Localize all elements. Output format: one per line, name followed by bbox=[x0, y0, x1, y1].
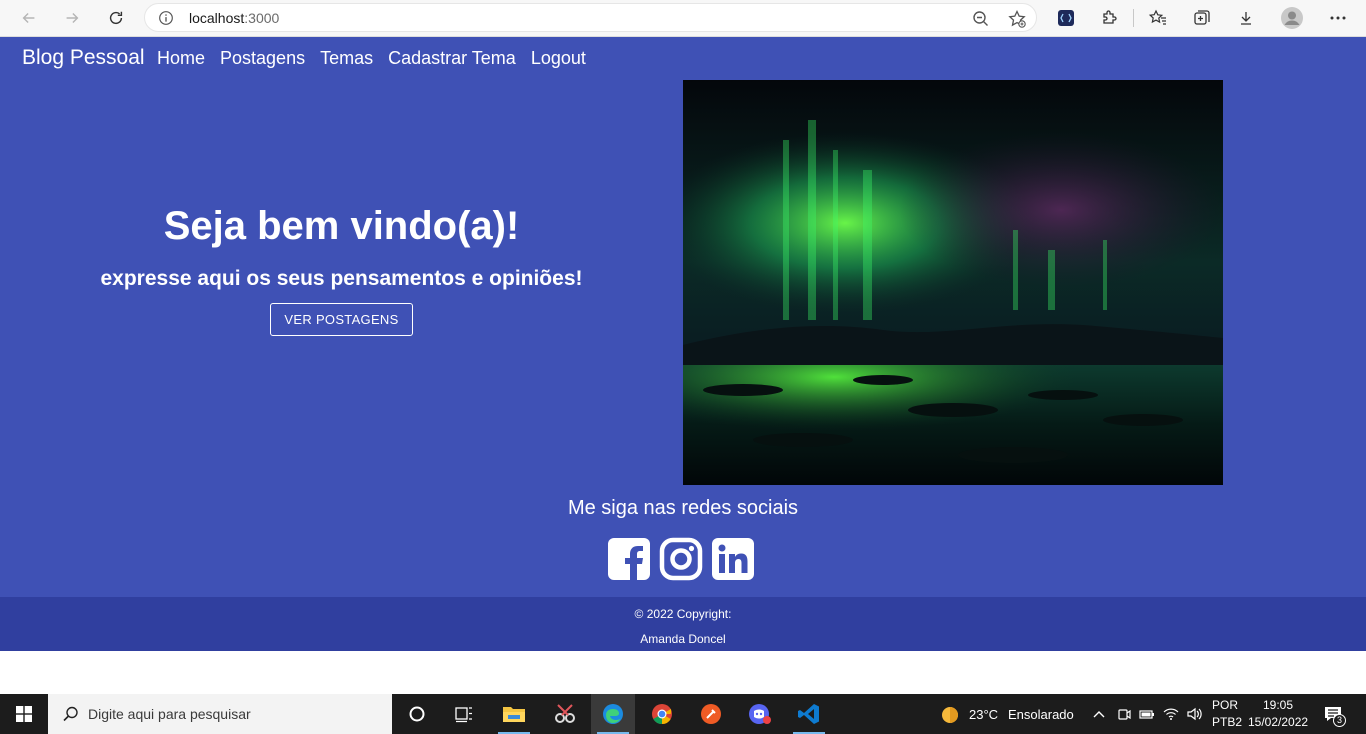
page: Blog Pessoal Home Postagens Temas Cadast… bbox=[0, 37, 1366, 651]
forward-button[interactable] bbox=[57, 4, 87, 32]
postman-app[interactable] bbox=[689, 694, 733, 734]
nav-home[interactable]: Home bbox=[157, 48, 205, 69]
navbar: Blog Pessoal Home Postagens Temas Cadast… bbox=[0, 37, 1366, 80]
url-port: :3000 bbox=[244, 10, 280, 26]
settings-more-button[interactable] bbox=[1326, 6, 1350, 30]
arrow-left-icon bbox=[22, 12, 35, 24]
search-icon bbox=[63, 706, 78, 722]
linkedin-icon[interactable] bbox=[711, 537, 755, 581]
chrome-icon bbox=[652, 704, 672, 725]
add-favorite-icon[interactable] bbox=[1007, 9, 1027, 29]
social-title: Me siga nas redes sociais bbox=[567, 497, 799, 519]
instagram-icon[interactable] bbox=[659, 537, 703, 581]
file-explorer-app[interactable] bbox=[492, 694, 536, 734]
collections-icon bbox=[1194, 10, 1210, 25]
notification-count-badge: 3 bbox=[1333, 714, 1346, 727]
battery-icon[interactable] bbox=[1139, 706, 1155, 722]
search-placeholder: Digite aqui para pesquisar bbox=[88, 706, 251, 722]
puzzle-icon bbox=[1103, 10, 1117, 24]
nav-cadastrar-tema[interactable]: Cadastrar Tema bbox=[388, 48, 516, 69]
language-code[interactable]: POR bbox=[1212, 698, 1238, 712]
social-icons bbox=[607, 537, 759, 583]
profile-button[interactable] bbox=[1280, 6, 1304, 30]
arrow-right-icon bbox=[66, 12, 79, 24]
nav-temas[interactable]: Temas bbox=[320, 48, 373, 69]
address-bar[interactable]: localhost:3000 bbox=[144, 3, 1037, 32]
url-text: localhost:3000 bbox=[189, 10, 279, 26]
downloads-button[interactable] bbox=[1234, 6, 1258, 30]
brand-title: Blog Pessoal bbox=[22, 46, 145, 69]
footer: © 2022 Copyright: Amanda Doncel bbox=[0, 597, 1366, 651]
task-view-icon bbox=[455, 707, 472, 723]
clock-date[interactable]: 15/02/2022 bbox=[1248, 715, 1308, 729]
extension-app-button[interactable] bbox=[1054, 6, 1078, 30]
taskbar-search[interactable]: Digite aqui para pesquisar bbox=[48, 694, 392, 734]
cortana-button[interactable] bbox=[395, 694, 439, 734]
nav-menu: Home Postagens Temas Cadastrar Tema Logo… bbox=[157, 48, 586, 69]
edge-app[interactable] bbox=[591, 694, 635, 734]
chrome-app[interactable] bbox=[640, 694, 684, 734]
meet-now-icon[interactable] bbox=[1116, 706, 1132, 722]
info-icon[interactable] bbox=[157, 9, 175, 27]
keyboard-layout[interactable]: PTB2 bbox=[1212, 715, 1242, 729]
collections-button[interactable] bbox=[1190, 6, 1214, 30]
toolbar-separator bbox=[1133, 9, 1134, 27]
edge-icon bbox=[603, 704, 623, 724]
hero-aurora-image bbox=[683, 80, 1223, 485]
url-host: localhost bbox=[189, 10, 245, 26]
footer-author[interactable]: Amanda Doncel bbox=[0, 632, 1366, 646]
clock-time[interactable]: 19:05 bbox=[1263, 698, 1293, 712]
task-view-button[interactable] bbox=[442, 694, 486, 734]
discord-app[interactable] bbox=[738, 694, 782, 734]
reload-icon bbox=[109, 11, 123, 25]
code-extension-icon bbox=[1058, 10, 1074, 26]
wifi-icon[interactable] bbox=[1163, 706, 1179, 722]
vscode-icon bbox=[798, 704, 819, 724]
aurora-illustration bbox=[683, 80, 1223, 485]
favorites-button[interactable] bbox=[1146, 6, 1170, 30]
start-button[interactable] bbox=[0, 694, 48, 734]
favorites-icon bbox=[1148, 9, 1166, 25]
hero-text: Seja bem vindo(a)! expresse aqui os seus… bbox=[100, 202, 583, 336]
download-icon bbox=[1241, 12, 1251, 25]
zoom-out-icon[interactable] bbox=[971, 9, 991, 29]
nav-postagens[interactable]: Postagens bbox=[220, 48, 305, 69]
avatar-icon bbox=[1281, 7, 1303, 29]
volume-icon[interactable] bbox=[1186, 706, 1202, 722]
reload-button[interactable] bbox=[101, 4, 131, 32]
discord-icon bbox=[749, 704, 771, 724]
facebook-icon[interactable] bbox=[607, 537, 651, 581]
more-dots-icon bbox=[1330, 16, 1346, 20]
back-button[interactable] bbox=[14, 4, 44, 32]
windows-logo-icon bbox=[16, 706, 32, 722]
hero-subtitle: expresse aqui os seus pensamentos e opin… bbox=[100, 267, 583, 290]
folder-icon bbox=[503, 707, 525, 722]
snipping-tool-app[interactable] bbox=[543, 694, 587, 734]
sun-weather-icon[interactable] bbox=[940, 705, 960, 725]
nav-logout[interactable]: Logout bbox=[531, 48, 586, 69]
chevron-up-icon[interactable] bbox=[1091, 706, 1107, 722]
footer-copyright: © 2022 Copyright: bbox=[634, 607, 732, 621]
snip-icon bbox=[555, 704, 575, 723]
postman-icon bbox=[701, 704, 721, 724]
windows-taskbar: Digite aqui para pesquisar 23°C Ensolara… bbox=[0, 694, 1366, 734]
weather-temperature[interactable]: 23°C bbox=[969, 707, 998, 722]
weather-description[interactable]: Ensolarado bbox=[1008, 707, 1074, 722]
browser-toolbar: localhost:3000 bbox=[0, 0, 1366, 37]
vscode-app[interactable] bbox=[787, 694, 831, 734]
hero-title: Seja bem vindo(a)! bbox=[163, 204, 520, 248]
extensions-button[interactable] bbox=[1097, 6, 1121, 30]
ver-postagens-button[interactable]: VER POSTAGENS bbox=[270, 303, 413, 336]
cortana-circle-icon bbox=[409, 706, 425, 722]
